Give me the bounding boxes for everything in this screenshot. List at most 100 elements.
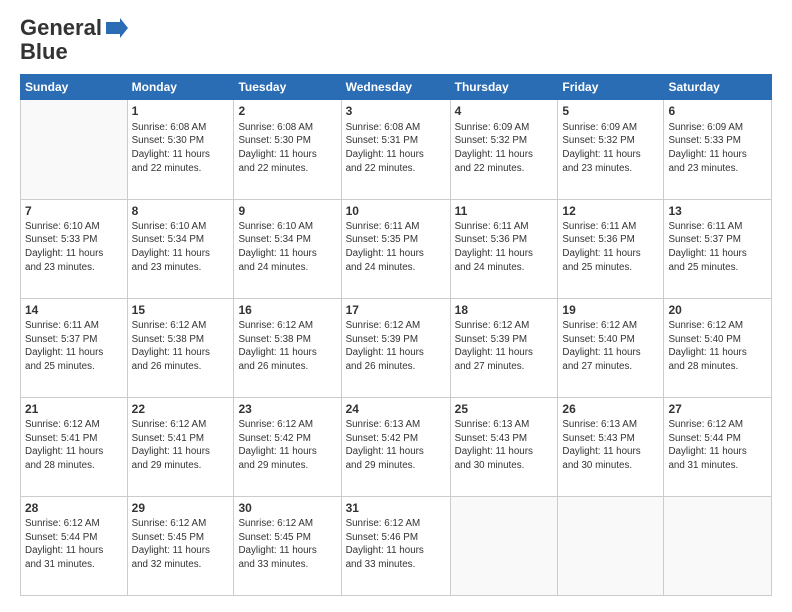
calendar-cell: 27Sunrise: 6:12 AM Sunset: 5:44 PM Dayli… — [664, 397, 772, 496]
day-number: 6 — [668, 103, 767, 119]
calendar-cell: 1Sunrise: 6:08 AM Sunset: 5:30 PM Daylig… — [127, 100, 234, 199]
day-number: 3 — [346, 103, 446, 119]
day-info: Sunrise: 6:13 AM Sunset: 5:42 PM Dayligh… — [346, 418, 446, 473]
day-info: Sunrise: 6:11 AM Sunset: 5:37 PM Dayligh… — [25, 319, 123, 374]
calendar-cell: 23Sunrise: 6:12 AM Sunset: 5:42 PM Dayli… — [234, 397, 341, 496]
day-info: Sunrise: 6:10 AM Sunset: 5:34 PM Dayligh… — [238, 220, 336, 275]
day-info: Sunrise: 6:08 AM Sunset: 5:31 PM Dayligh… — [346, 121, 446, 176]
day-info: Sunrise: 6:13 AM Sunset: 5:43 PM Dayligh… — [455, 418, 554, 473]
day-number: 13 — [668, 203, 767, 219]
day-number: 15 — [132, 302, 230, 318]
day-number: 29 — [132, 500, 230, 516]
day-info: Sunrise: 6:12 AM Sunset: 5:39 PM Dayligh… — [455, 319, 554, 374]
day-info: Sunrise: 6:12 AM Sunset: 5:40 PM Dayligh… — [668, 319, 767, 374]
calendar-cell: 30Sunrise: 6:12 AM Sunset: 5:45 PM Dayli… — [234, 496, 341, 595]
calendar-cell: 16Sunrise: 6:12 AM Sunset: 5:38 PM Dayli… — [234, 298, 341, 397]
calendar-cell: 3 Sunrise: 6:08 AM Sunset: 5:31 PM Daylig… — [341, 100, 450, 199]
weekday-header-row: SundayMondayTuesdayWednesdayThursdayFrid… — [21, 75, 772, 100]
weekday-header-sunday: Sunday — [21, 75, 128, 100]
day-number: 19 — [562, 302, 659, 318]
day-info: Sunrise: 6:12 AM Sunset: 5:45 PM Dayligh… — [238, 517, 336, 572]
day-number: 22 — [132, 401, 230, 417]
calendar-cell: 31Sunrise: 6:12 AM Sunset: 5:46 PM Dayli… — [341, 496, 450, 595]
calendar-cell: 10Sunrise: 6:11 AM Sunset: 5:35 PM Dayli… — [341, 199, 450, 298]
calendar-cell: 25Sunrise: 6:13 AM Sunset: 5:43 PM Dayli… — [450, 397, 558, 496]
calendar-cell: 20Sunrise: 6:12 AM Sunset: 5:40 PM Dayli… — [664, 298, 772, 397]
calendar-cell: 19Sunrise: 6:12 AM Sunset: 5:40 PM Dayli… — [558, 298, 664, 397]
day-number: 11 — [455, 203, 554, 219]
calendar-cell — [450, 496, 558, 595]
day-info: Sunrise: 6:12 AM Sunset: 5:38 PM Dayligh… — [238, 319, 336, 374]
day-number: 27 — [668, 401, 767, 417]
day-number: 4 — [455, 103, 554, 119]
day-number: 31 — [346, 500, 446, 516]
day-number: 10 — [346, 203, 446, 219]
day-number: 5 — [562, 103, 659, 119]
day-info: Sunrise: 6:12 AM Sunset: 5:44 PM Dayligh… — [25, 517, 123, 572]
day-number: 14 — [25, 302, 123, 318]
day-number: 2 — [238, 103, 336, 119]
calendar-cell: 21Sunrise: 6:12 AM Sunset: 5:41 PM Dayli… — [21, 397, 128, 496]
calendar-cell: 8Sunrise: 6:10 AM Sunset: 5:34 PM Daylig… — [127, 199, 234, 298]
day-number: 1 — [132, 103, 230, 119]
weekday-header-wednesday: Wednesday — [341, 75, 450, 100]
logo-blue: Blue — [20, 40, 68, 64]
day-info: Sunrise: 6:09 AM Sunset: 5:32 PM Dayligh… — [562, 121, 659, 176]
day-number: 17 — [346, 302, 446, 318]
calendar-cell: 29Sunrise: 6:12 AM Sunset: 5:45 PM Dayli… — [127, 496, 234, 595]
day-number: 26 — [562, 401, 659, 417]
day-number: 20 — [668, 302, 767, 318]
calendar-cell — [664, 496, 772, 595]
calendar-cell: 4 Sunrise: 6:09 AM Sunset: 5:32 PM Daylig… — [450, 100, 558, 199]
calendar-cell: 13Sunrise: 6:11 AM Sunset: 5:37 PM Dayli… — [664, 199, 772, 298]
calendar-cell: 6 Sunrise: 6:09 AM Sunset: 5:33 PM Daylig… — [664, 100, 772, 199]
day-number: 30 — [238, 500, 336, 516]
day-info: Sunrise: 6:09 AM Sunset: 5:33 PM Dayligh… — [668, 121, 767, 176]
calendar-cell: 18Sunrise: 6:12 AM Sunset: 5:39 PM Dayli… — [450, 298, 558, 397]
day-info: Sunrise: 6:13 AM Sunset: 5:43 PM Dayligh… — [562, 418, 659, 473]
logo-general: General — [20, 15, 102, 40]
day-info: Sunrise: 6:11 AM Sunset: 5:36 PM Dayligh… — [455, 220, 554, 275]
calendar-week-4: 21Sunrise: 6:12 AM Sunset: 5:41 PM Dayli… — [21, 397, 772, 496]
day-number: 8 — [132, 203, 230, 219]
day-info: Sunrise: 6:12 AM Sunset: 5:46 PM Dayligh… — [346, 517, 446, 572]
day-number: 23 — [238, 401, 336, 417]
calendar-cell: 15Sunrise: 6:12 AM Sunset: 5:38 PM Dayli… — [127, 298, 234, 397]
day-number: 18 — [455, 302, 554, 318]
calendar-table: SundayMondayTuesdayWednesdayThursdayFrid… — [20, 74, 772, 596]
day-number: 9 — [238, 203, 336, 219]
day-number: 16 — [238, 302, 336, 318]
weekday-header-monday: Monday — [127, 75, 234, 100]
calendar-cell: 11Sunrise: 6:11 AM Sunset: 5:36 PM Dayli… — [450, 199, 558, 298]
weekday-header-saturday: Saturday — [664, 75, 772, 100]
calendar-cell: 7Sunrise: 6:10 AM Sunset: 5:33 PM Daylig… — [21, 199, 128, 298]
calendar-week-2: 7Sunrise: 6:10 AM Sunset: 5:33 PM Daylig… — [21, 199, 772, 298]
day-info: Sunrise: 6:10 AM Sunset: 5:33 PM Dayligh… — [25, 220, 123, 275]
day-info: Sunrise: 6:12 AM Sunset: 5:39 PM Dayligh… — [346, 319, 446, 374]
calendar-cell: 9Sunrise: 6:10 AM Sunset: 5:34 PM Daylig… — [234, 199, 341, 298]
calendar-cell: 5 Sunrise: 6:09 AM Sunset: 5:32 PM Daylig… — [558, 100, 664, 199]
day-info: Sunrise: 6:12 AM Sunset: 5:45 PM Dayligh… — [132, 517, 230, 572]
calendar-body: 1 Sunrise: 6:08 AM Sunset: 5:30 PM Daylig… — [21, 100, 772, 596]
calendar-cell: 28Sunrise: 6:12 AM Sunset: 5:44 PM Dayli… — [21, 496, 128, 595]
day-info: Sunrise: 6:12 AM Sunset: 5:41 PM Dayligh… — [132, 418, 230, 473]
day-info: Sunrise: 6:12 AM Sunset: 5:40 PM Dayligh… — [562, 319, 659, 374]
logo: General Blue — [20, 16, 128, 64]
day-info: Sunrise: 6:11 AM Sunset: 5:37 PM Dayligh… — [668, 220, 767, 275]
day-info: Sunrise: 6:12 AM Sunset: 5:42 PM Dayligh… — [238, 418, 336, 473]
day-info: Sunrise: 6:10 AM Sunset: 5:34 PM Dayligh… — [132, 220, 230, 275]
calendar-week-1: 1 Sunrise: 6:08 AM Sunset: 5:30 PM Daylig… — [21, 100, 772, 199]
day-info: Sunrise: 6:12 AM Sunset: 5:38 PM Dayligh… — [132, 319, 230, 374]
day-info: Sunrise: 6:11 AM Sunset: 5:36 PM Dayligh… — [562, 220, 659, 275]
day-info: Sunrise: 6:12 AM Sunset: 5:44 PM Dayligh… — [668, 418, 767, 473]
day-info: Sunrise: 6:08 AM Sunset: 5:30 PM Dayligh… — [238, 121, 336, 176]
calendar-cell — [558, 496, 664, 595]
day-number: 12 — [562, 203, 659, 219]
day-number: 28 — [25, 500, 123, 516]
logo-arrow-icon — [106, 18, 128, 38]
day-number: 25 — [455, 401, 554, 417]
day-number: 7 — [25, 203, 123, 219]
weekday-header-friday: Friday — [558, 75, 664, 100]
day-info: Sunrise: 6:09 AM Sunset: 5:32 PM Dayligh… — [455, 121, 554, 176]
day-info: Sunrise: 6:11 AM Sunset: 5:35 PM Dayligh… — [346, 220, 446, 275]
